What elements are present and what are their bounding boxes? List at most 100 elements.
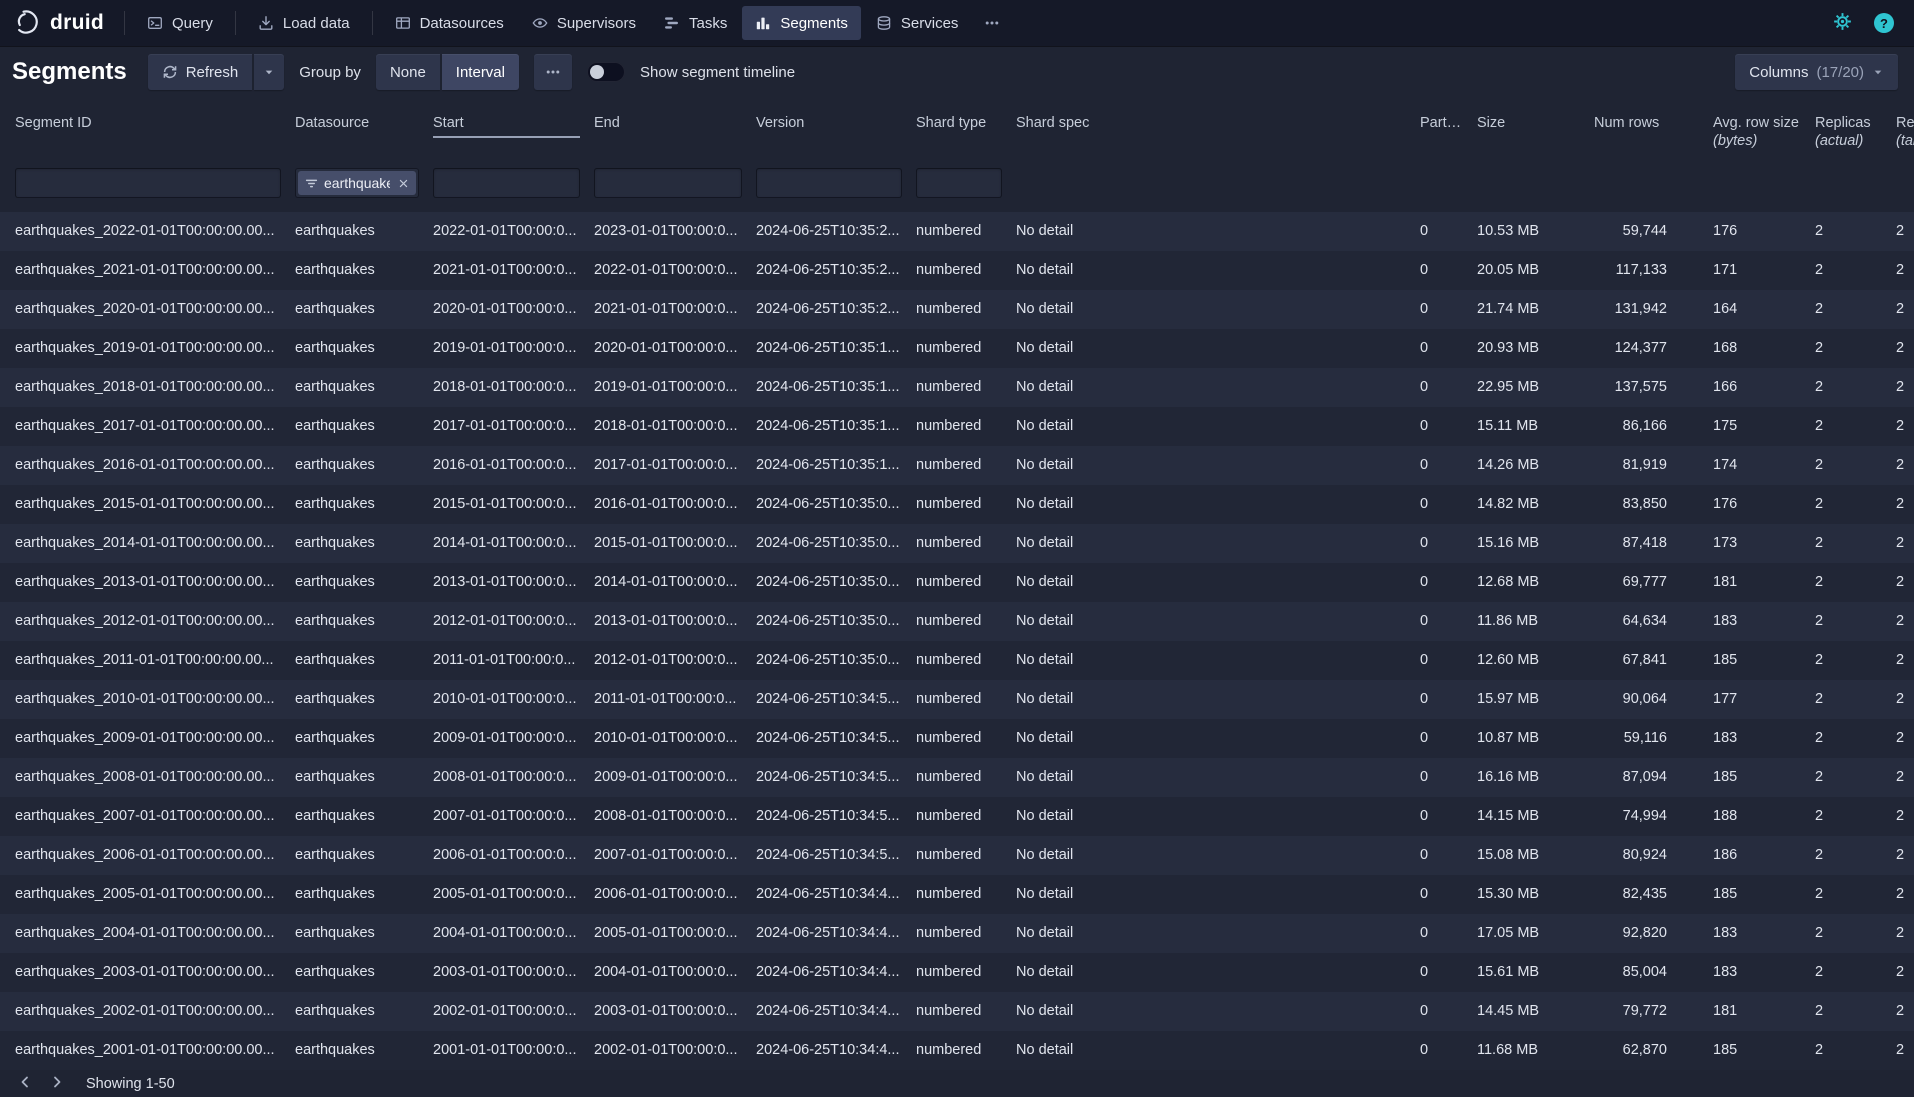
cell-segment_id: earthquakes_2015-01-01T00:00:00.00...: [15, 485, 295, 524]
segment-row[interactable]: earthquakes_2003-01-01T00:00:00.00...ear…: [0, 953, 1914, 992]
column-label: Partition: [1420, 114, 1463, 132]
segment-timeline-toggle[interactable]: [587, 62, 625, 82]
cell-shard_spec: No detail: [1016, 368, 1420, 407]
column-header-replication_factor[interactable]: Replication factor(target): [1896, 114, 1914, 150]
cell-start: 2019-01-01T00:00:0...: [433, 329, 594, 368]
group-by-interval-button[interactable]: Interval: [442, 54, 519, 90]
filter-input-segment_id[interactable]: [15, 168, 281, 198]
nav-item-datasources[interactable]: Datasources: [382, 6, 517, 40]
column-header-replicas[interactable]: Replicas(actual): [1815, 114, 1896, 150]
nav-item-query[interactable]: Query: [134, 6, 226, 40]
cell-replication_factor: 2: [1896, 680, 1914, 719]
column-header-avg_row_size[interactable]: Avg. row size(bytes): [1713, 114, 1815, 150]
segment-row[interactable]: earthquakes_2019-01-01T00:00:00.00...ear…: [0, 329, 1914, 368]
cell-end: 2016-01-01T00:00:0...: [594, 485, 756, 524]
cell-segment_id: earthquakes_2002-01-01T00:00:00.00...: [15, 992, 295, 1031]
segment-row[interactable]: earthquakes_2010-01-01T00:00:00.00...ear…: [0, 680, 1914, 719]
refresh-button[interactable]: Refresh: [148, 54, 253, 90]
settings-button[interactable]: [1826, 7, 1858, 39]
segment-row[interactable]: earthquakes_2011-01-01T00:00:00.00...ear…: [0, 641, 1914, 680]
segment-row[interactable]: earthquakes_2015-01-01T00:00:00.00...ear…: [0, 485, 1914, 524]
segment-row[interactable]: earthquakes_2004-01-01T00:00:00.00...ear…: [0, 914, 1914, 953]
more-actions-button[interactable]: [534, 54, 572, 90]
segment-row[interactable]: earthquakes_2021-01-01T00:00:00.00...ear…: [0, 251, 1914, 290]
nav-item-services[interactable]: Services: [863, 6, 972, 40]
druid-logo[interactable]: druid: [14, 8, 104, 39]
segment-row[interactable]: earthquakes_2001-01-01T00:00:00.00...ear…: [0, 1031, 1914, 1070]
cell-start: 2020-01-01T00:00:0...: [433, 290, 594, 329]
more-menu-button[interactable]: [973, 6, 1011, 40]
column-header-start[interactable]: Start: [433, 114, 594, 138]
toggle-knob: [590, 65, 604, 79]
segment-row[interactable]: earthquakes_2002-01-01T00:00:00.00...ear…: [0, 992, 1914, 1031]
cell-num_rows: 86,166: [1594, 407, 1713, 446]
nav-item-load-data[interactable]: Load data: [245, 6, 363, 40]
segment-row[interactable]: earthquakes_2013-01-01T00:00:00.00...ear…: [0, 563, 1914, 602]
segment-row[interactable]: earthquakes_2009-01-01T00:00:00.00...ear…: [0, 719, 1914, 758]
filter-tagbox-datasource[interactable]: earthquakes: [295, 168, 419, 198]
column-header-shard_spec[interactable]: Shard spec: [1016, 114, 1420, 132]
segment-row[interactable]: earthquakes_2022-01-01T00:00:00.00...ear…: [0, 212, 1914, 251]
cell-replication_factor: 2: [1896, 719, 1914, 758]
column-header-end[interactable]: End: [594, 114, 756, 132]
cell-partition: 0: [1420, 368, 1477, 407]
nav-item-tasks[interactable]: Tasks: [651, 6, 740, 40]
cell-shard_type: numbered: [916, 1031, 1016, 1070]
console-icon: [147, 15, 163, 31]
datasource-filter-tag[interactable]: earthquakes: [298, 171, 416, 195]
group-by-none-button[interactable]: None: [376, 54, 440, 90]
segment-row[interactable]: earthquakes_2005-01-01T00:00:00.00...ear…: [0, 875, 1914, 914]
cell-datasource: earthquakes: [295, 836, 433, 875]
filter-input-end[interactable]: [594, 168, 742, 198]
cell-replicas: 2: [1815, 719, 1896, 758]
segment-row[interactable]: earthquakes_2017-01-01T00:00:00.00...ear…: [0, 407, 1914, 446]
column-header-version[interactable]: Version: [756, 114, 916, 132]
filter-input-start[interactable]: [433, 168, 580, 198]
nav-item-supervisors[interactable]: Supervisors: [519, 6, 649, 40]
next-page-button[interactable]: [44, 1072, 70, 1096]
columns-button[interactable]: Columns (17/20): [1735, 54, 1898, 90]
column-header-partition[interactable]: Partition: [1420, 114, 1477, 132]
cell-replication_factor: 2: [1896, 446, 1914, 485]
column-header-datasource[interactable]: Datasource: [295, 114, 433, 132]
segment-row[interactable]: earthquakes_2016-01-01T00:00:00.00...ear…: [0, 446, 1914, 485]
cell-avg_row_size: 185: [1713, 1031, 1815, 1070]
cell-start: 2007-01-01T00:00:0...: [433, 797, 594, 836]
segment-row[interactable]: earthquakes_2007-01-01T00:00:00.00...ear…: [0, 797, 1914, 836]
prev-page-button[interactable]: [12, 1072, 38, 1096]
column-header-segment_id[interactable]: Segment ID: [15, 114, 295, 132]
column-header-size[interactable]: Size: [1477, 114, 1594, 132]
nav-item-label: Segments: [780, 15, 848, 32]
segment-row[interactable]: earthquakes_2008-01-01T00:00:00.00...ear…: [0, 758, 1914, 797]
cell-datasource: earthquakes: [295, 446, 433, 485]
cell-version: 2024-06-25T10:35:0...: [756, 641, 916, 680]
cell-size: 15.30 MB: [1477, 875, 1594, 914]
refresh-options-button[interactable]: [254, 54, 284, 90]
page-title: Segments: [12, 58, 127, 86]
segment-row[interactable]: earthquakes_2018-01-01T00:00:00.00...ear…: [0, 368, 1914, 407]
cell-shard_spec: No detail: [1016, 875, 1420, 914]
navbar-items: Query Load data DatasourcesSupervisorsTask…: [133, 0, 972, 46]
cell-segment_id: earthquakes_2008-01-01T00:00:00.00...: [15, 758, 295, 797]
filter-list-icon: [305, 177, 318, 190]
cell-replicas: 2: [1815, 485, 1896, 524]
cell-version: 2024-06-25T10:35:0...: [756, 563, 916, 602]
column-header-shard_type[interactable]: Shard type: [916, 114, 1016, 132]
cell-datasource: earthquakes: [295, 602, 433, 641]
remove-filter-button[interactable]: [396, 176, 411, 191]
cell-partition: 0: [1420, 329, 1477, 368]
segment-row[interactable]: earthquakes_2020-01-01T00:00:00.00...ear…: [0, 290, 1914, 329]
segment-row[interactable]: earthquakes_2006-01-01T00:00:00.00...ear…: [0, 836, 1914, 875]
column-header-num_rows[interactable]: Num rows: [1594, 114, 1713, 132]
nav-item-segments[interactable]: Segments: [742, 6, 861, 40]
filter-input-version[interactable]: [756, 168, 902, 198]
segment-row[interactable]: earthquakes_2014-01-01T00:00:00.00...ear…: [0, 524, 1914, 563]
segment-row[interactable]: earthquakes_2012-01-01T00:00:00.00...ear…: [0, 602, 1914, 641]
filter-input-shard_type[interactable]: [916, 168, 1002, 198]
cell-datasource: earthquakes: [295, 368, 433, 407]
nav-item-label: Query: [172, 15, 213, 32]
help-button[interactable]: ?: [1868, 7, 1900, 39]
cell-num_rows: 69,777: [1594, 563, 1713, 602]
cell-size: 15.11 MB: [1477, 407, 1594, 446]
cell-segment_id: earthquakes_2016-01-01T00:00:00.00...: [15, 446, 295, 485]
